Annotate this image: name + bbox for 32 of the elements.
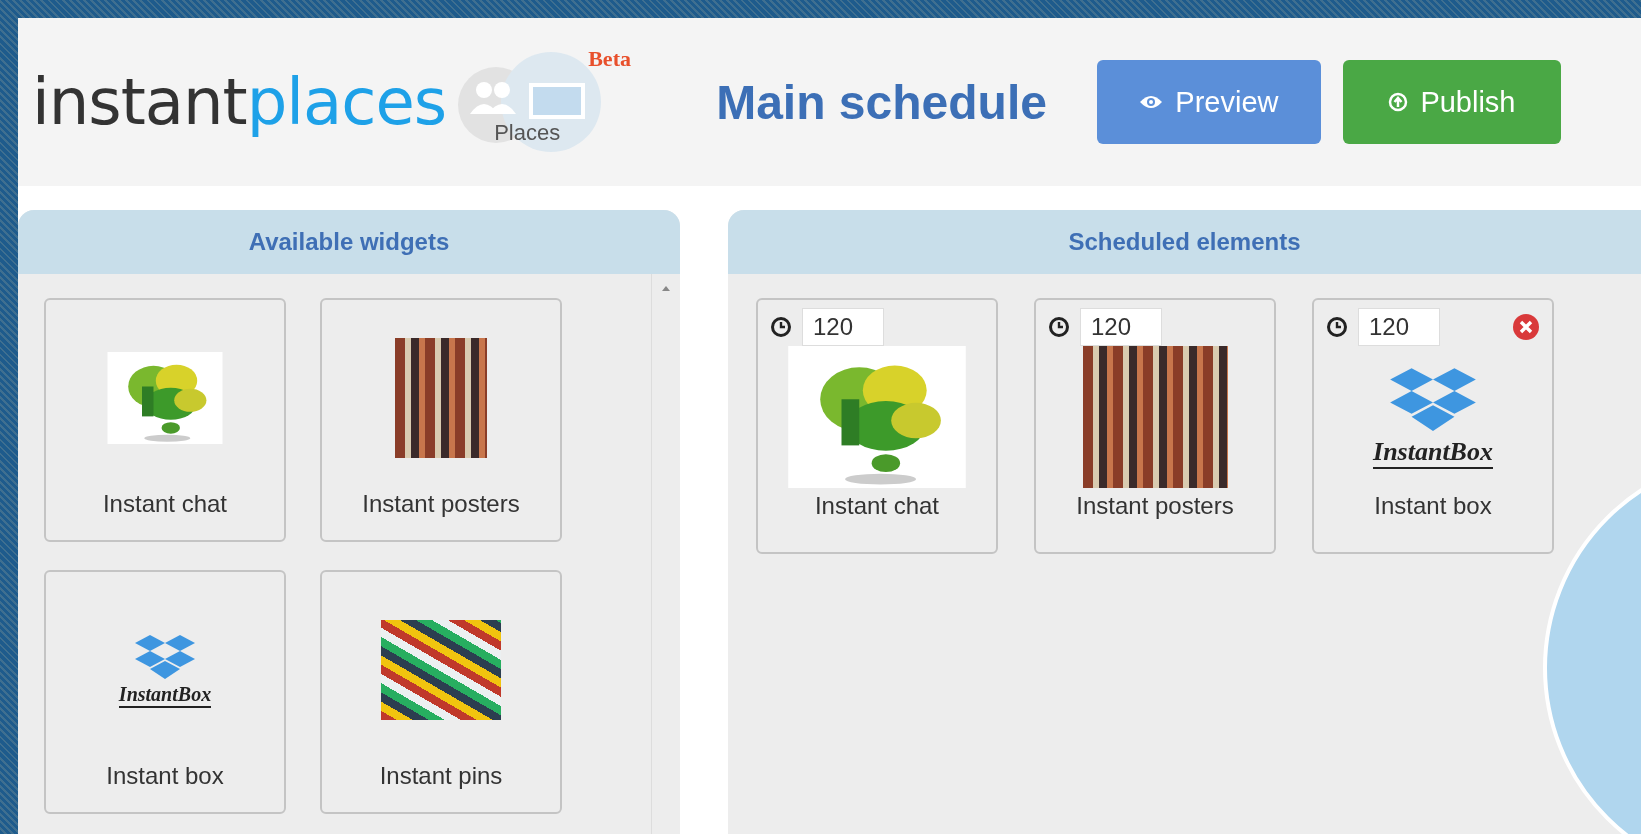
widget-card[interactable]: Instant chat [44, 298, 286, 542]
widget-label: Instant posters [362, 490, 520, 518]
scroll-up-icon[interactable] [661, 284, 671, 292]
clock-icon [1048, 316, 1070, 338]
clock-icon [770, 316, 792, 338]
logo-wordmark: instantplaces [32, 65, 447, 139]
upload-icon [1388, 92, 1409, 112]
logo-text: InstantBox [1373, 437, 1493, 469]
widget-label: Instant pins [379, 762, 503, 790]
clock-icon [1326, 316, 1348, 338]
widget-label: Instant chat [102, 490, 228, 518]
scheduled-card[interactable]: 120 InstantBox Instant box [1312, 298, 1554, 554]
places-label: Places [494, 120, 561, 146]
duration-field[interactable]: 120 [1358, 308, 1440, 346]
duration-field[interactable]: 120 [1080, 308, 1162, 346]
duration-field[interactable]: 120 [802, 308, 884, 346]
page-title: Main schedule [716, 74, 1047, 130]
widget-card[interactable]: InstantBox Instant box [44, 570, 286, 814]
panel-title: Available widgets [248, 228, 450, 256]
widget-card[interactable]: Instant pins [320, 570, 562, 814]
remove-icon[interactable] [1512, 313, 1540, 341]
widget-label: Instant chat [814, 492, 940, 520]
beta-label: Beta [588, 46, 631, 72]
widget-label: Instant posters [1076, 492, 1234, 520]
widget-label: Instant box [106, 762, 224, 790]
panel-title: Scheduled elements [1068, 228, 1301, 256]
scheduled-card[interactable]: 120 Instant chat [756, 298, 998, 554]
eye-icon [1139, 94, 1164, 110]
widget-card[interactable]: Instant posters [320, 298, 562, 542]
widget-label: Instant box [1374, 492, 1492, 520]
logo-text: InstantBox [118, 682, 212, 708]
scheduled-card[interactable]: 120 Instant posters [1034, 298, 1276, 554]
